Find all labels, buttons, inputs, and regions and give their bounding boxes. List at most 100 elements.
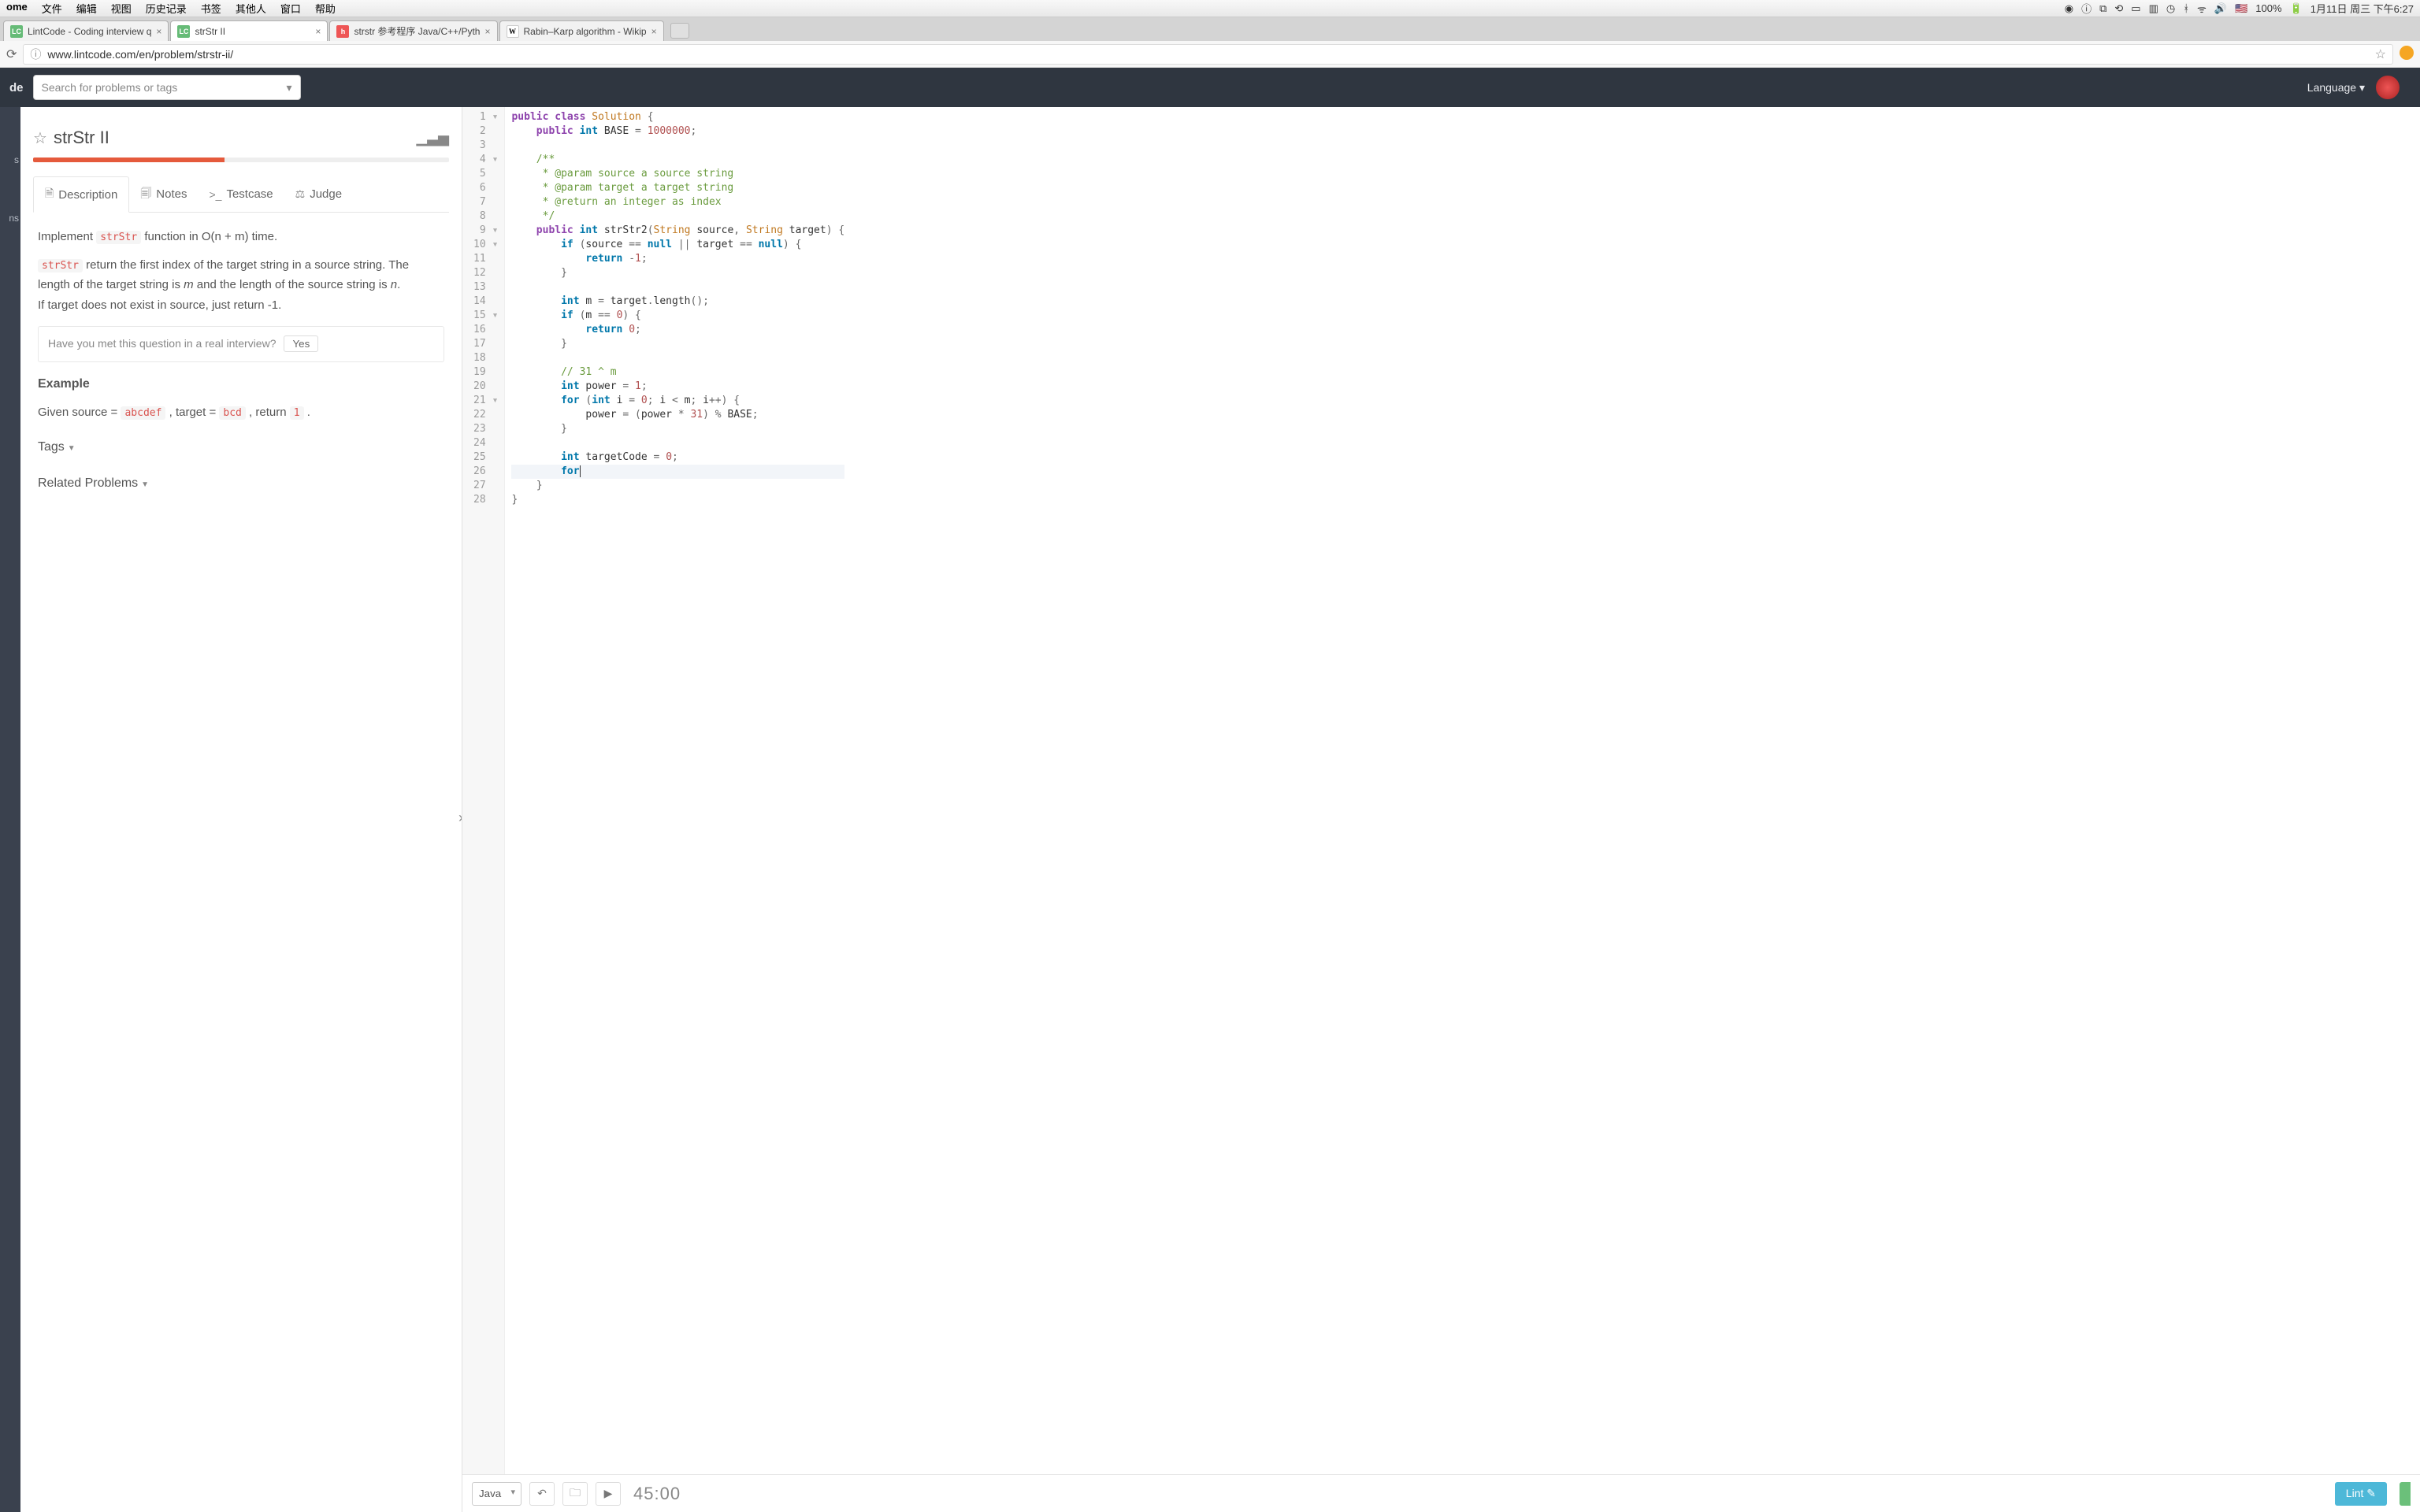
main: s ns ☆ strStr II ▁▃▅ 🗎Description 🗐Notes… — [0, 107, 2420, 1512]
close-icon[interactable]: × — [484, 26, 490, 37]
close-icon[interactable]: × — [651, 26, 657, 37]
tab-title: strstr 参考程序 Java/C++/Pyth — [354, 24, 480, 38]
undo-button[interactable]: ↶ — [529, 1482, 555, 1506]
tab-notes[interactable]: 🗐Notes — [129, 176, 198, 212]
browser-tab[interactable]: W Rabin–Karp algorithm - Wikip × — [499, 20, 664, 41]
clock[interactable]: 1月11日 周三 下午6:27 — [2311, 1, 2414, 16]
browser-tab[interactable]: LC LintCode - Coding interview q × — [3, 20, 169, 41]
search-input[interactable]: Search for problems or tags ▾ — [33, 75, 301, 100]
avatar[interactable] — [2376, 76, 2400, 99]
save-button[interactable]: 🗀 — [562, 1482, 588, 1506]
favicon-icon: W — [507, 25, 519, 38]
favorite-star-icon[interactable]: ☆ — [33, 128, 47, 148]
sidebar-item[interactable]: ns — [0, 213, 20, 224]
browser-tab[interactable]: h strstr 参考程序 Java/C++/Pyth × — [329, 20, 497, 41]
timemachine-icon[interactable]: ◷ — [2166, 2, 2175, 15]
menubar-item[interactable]: 文件 — [42, 1, 62, 16]
menubar-item[interactable]: 视图 — [111, 1, 132, 16]
wifi-icon[interactable]: ᯤ — [2197, 2, 2207, 16]
timer-display: 45:00 — [633, 1484, 681, 1504]
related-problems-toggle[interactable]: Related Problems▼ — [38, 472, 444, 494]
tab-judge[interactable]: ⚖Judge — [284, 176, 353, 212]
browser-urlbar: ⟳ ⓘ www.lintcode.com/en/problem/strstr-i… — [0, 41, 2420, 68]
code-area[interactable]: public class Solution { public int BASE … — [505, 107, 851, 1474]
reload-icon[interactable]: ⟳ — [6, 46, 17, 62]
display-icon[interactable]: ▭ — [2131, 2, 2140, 15]
editor-footer: Java ↶ 🗀 ▶ 45:00 Lint ✎ — [462, 1474, 2420, 1512]
problem-title-row: ☆ strStr II ▁▃▅ — [33, 128, 449, 148]
menubar-left: ome 文件 编辑 视图 历史记录 书签 其他人 窗口 帮助 — [6, 1, 336, 16]
menubar-item[interactable]: 帮助 — [315, 1, 336, 16]
example-line: Given source = abcdef , target = bcd , r… — [38, 402, 444, 423]
play-icon: ▶ — [604, 1487, 613, 1500]
menubar-item[interactable]: 书签 — [201, 1, 221, 16]
menubar-item[interactable]: 其他人 — [236, 1, 266, 16]
undo-icon: ↶ — [537, 1487, 547, 1500]
language-select[interactable]: Java — [472, 1482, 521, 1506]
menubar-app[interactable]: ome — [6, 1, 28, 16]
save-icon: 🗀 — [570, 1484, 581, 1503]
battery-icon[interactable]: 🔋 — [2290, 2, 2303, 15]
flag-icon[interactable]: 🇺🇸 — [2235, 2, 2247, 15]
inline-code: 1 — [290, 406, 304, 420]
note-icon: 🗐 — [140, 185, 151, 204]
extension-icon[interactable] — [2400, 46, 2414, 62]
bookmark-star-icon[interactable]: ☆ — [2375, 46, 2386, 62]
bluetooth-icon[interactable]: ᚼ — [2183, 2, 2189, 14]
tab-title: Rabin–Karp algorithm - Wikip — [524, 26, 647, 37]
difficulty-chart-icon[interactable]: ▁▃▅ — [416, 130, 449, 146]
tab-description[interactable]: 🗎Description — [33, 176, 129, 213]
site-logo[interactable]: de — [9, 81, 24, 94]
chevron-down-icon: ▼ — [141, 480, 149, 489]
info-icon[interactable]: ⓘ — [2081, 1, 2092, 16]
site-header: de Search for problems or tags ▾ Languag… — [0, 68, 2420, 107]
tab-testcase[interactable]: >_Testcase — [198, 176, 284, 212]
close-icon[interactable]: × — [156, 26, 161, 37]
interview-text: Have you met this question in a real int… — [48, 335, 276, 354]
left-sidebar[interactable]: s ns — [0, 107, 20, 1512]
submit-button[interactable] — [2400, 1482, 2411, 1506]
menubar-item[interactable]: 编辑 — [76, 1, 97, 16]
chevron-down-icon: ▾ — [286, 81, 291, 94]
code-panel: 1 ▾2 3 4 ▾5 6 7 8 9 ▾10 ▾11 12 13 14 15 … — [462, 107, 2420, 1512]
tab-title: strStr II — [195, 26, 310, 37]
code-editor[interactable]: 1 ▾2 3 4 ▾5 6 7 8 9 ▾10 ▾11 12 13 14 15 … — [462, 107, 2420, 1474]
battery2-icon[interactable]: ▥ — [2149, 2, 2158, 15]
line-gutter: 1 ▾2 3 4 ▾5 6 7 8 9 ▾10 ▾11 12 13 14 15 … — [462, 107, 505, 1474]
record-icon[interactable]: ◉ — [2065, 2, 2073, 15]
tags-toggle[interactable]: Tags▼ — [38, 436, 444, 458]
example-heading: Example — [38, 373, 444, 395]
menubar-item[interactable]: 窗口 — [280, 1, 301, 16]
menubar-item[interactable]: 历史记录 — [146, 1, 187, 16]
dropbox-icon[interactable]: ⧉ — [2099, 2, 2106, 15]
interview-yes-button[interactable]: Yes — [284, 335, 318, 352]
sidebar-item[interactable]: s — [0, 154, 20, 165]
browser-tab-active[interactable]: LC strStr II × — [170, 20, 328, 41]
scale-icon: ⚖ — [295, 187, 306, 201]
lint-button[interactable]: Lint ✎ — [2335, 1482, 2387, 1506]
inline-code: strStr — [38, 259, 83, 272]
site-info-icon[interactable]: ⓘ — [30, 46, 41, 62]
language-dropdown[interactable]: Language ▾ — [2307, 81, 2365, 94]
header-right: Language ▾ — [2307, 76, 2411, 99]
favicon-icon: h — [336, 25, 349, 38]
battery-percent[interactable]: 100% — [2255, 2, 2281, 14]
problem-panel: ☆ strStr II ▁▃▅ 🗎Description 🗐Notes >_Te… — [20, 107, 462, 1512]
desc-line: Implement strStr function in O(n + m) ti… — [38, 227, 444, 247]
desc-line: If target does not exist in source, just… — [38, 295, 444, 316]
search-placeholder: Search for problems or tags — [42, 81, 178, 94]
address-bar[interactable]: ⓘ www.lintcode.com/en/problem/strstr-ii/… — [23, 44, 2393, 65]
new-tab-button[interactable] — [670, 23, 689, 39]
tab-title: LintCode - Coding interview q — [28, 26, 151, 37]
panel-expand-icon[interactable]: › — [458, 810, 462, 826]
menubar-right: ◉ ⓘ ⧉ ⟲ ▭ ▥ ◷ ᚼ ᯤ 🔊 🇺🇸 100% 🔋 1月11日 周三 下… — [2065, 1, 2414, 16]
close-icon[interactable]: × — [315, 26, 321, 37]
sync-icon[interactable]: ⟲ — [2114, 2, 2123, 15]
inline-code: bcd — [219, 406, 245, 420]
url-text: www.lintcode.com/en/problem/strstr-ii/ — [47, 48, 2368, 61]
problem-title: strStr II — [54, 128, 109, 148]
run-button[interactable]: ▶ — [596, 1482, 621, 1506]
favicon-icon: LC — [10, 25, 23, 38]
problem-tabs: 🗎Description 🗐Notes >_Testcase ⚖Judge — [33, 176, 449, 213]
volume-icon[interactable]: 🔊 — [2214, 2, 2227, 15]
